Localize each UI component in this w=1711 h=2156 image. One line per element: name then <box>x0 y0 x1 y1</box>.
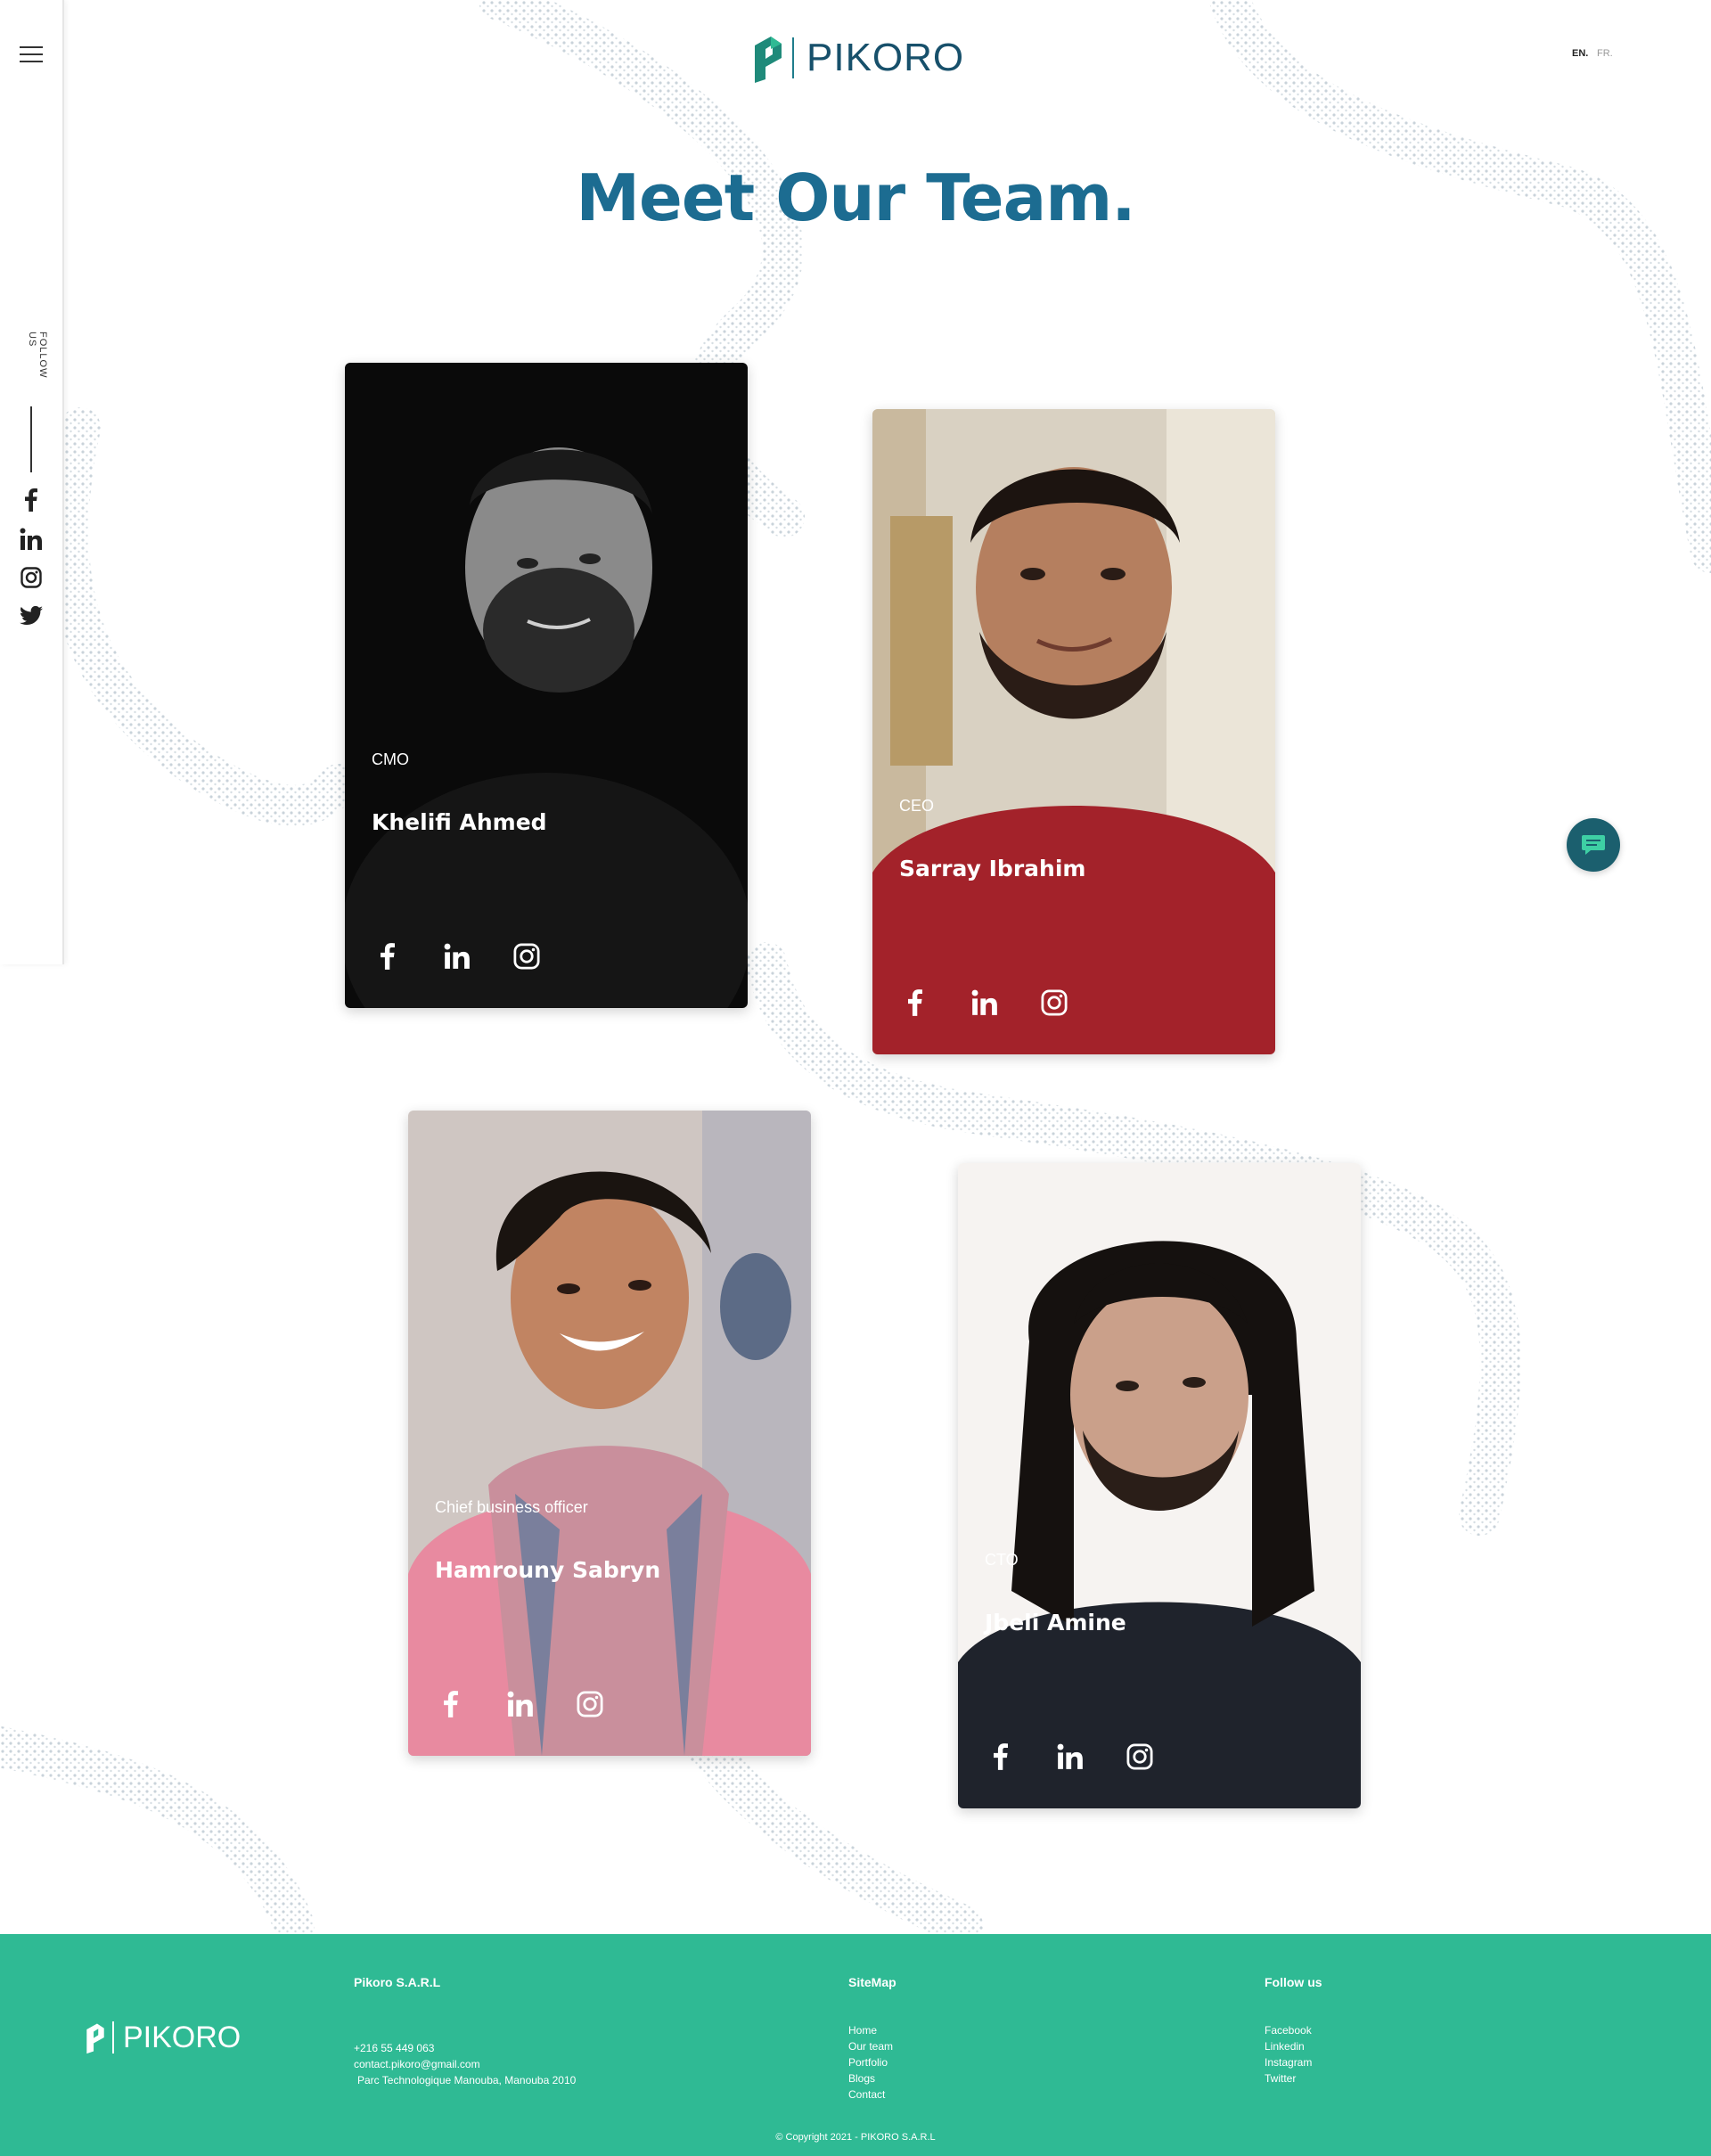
company-address: Parc Technologique Manouba, Manouba 2010 <box>357 2074 577 2086</box>
twitter-icon[interactable] <box>18 603 45 629</box>
team-card-jbeli-amine[interactable]: CTO Jbeli Amine <box>958 1163 1361 1808</box>
follow-link-facebook[interactable]: Facebook <box>1265 2022 1312 2038</box>
footer-brand-name: PIKORO <box>123 2020 242 2054</box>
team-member-name: Hamrouny Sabryn <box>435 1557 661 1583</box>
follow-link-twitter[interactable]: Twitter <box>1265 2070 1312 2086</box>
company-email[interactable]: contact.pikoro@gmail.com <box>354 2056 480 2072</box>
hamburger-menu-icon[interactable] <box>20 46 43 62</box>
sitemap-link-blogs[interactable]: Blogs <box>848 2070 893 2086</box>
instagram-icon[interactable] <box>1038 987 1070 1019</box>
follow-divider <box>30 406 32 472</box>
instagram-icon[interactable] <box>1124 1741 1156 1773</box>
linkedin-icon[interactable] <box>969 987 1001 1019</box>
linkedin-icon[interactable] <box>1054 1741 1086 1773</box>
chat-button[interactable] <box>1567 818 1620 872</box>
sitemap-heading: SiteMap <box>848 1975 896 1989</box>
facebook-icon[interactable] <box>899 987 931 1019</box>
background-swirl-pattern <box>0 0 1711 1934</box>
brand-name: PIKORO <box>806 36 965 79</box>
instagram-icon[interactable] <box>574 1688 606 1720</box>
instagram-icon[interactable] <box>18 564 45 591</box>
facebook-icon[interactable] <box>372 940 404 972</box>
follow-list: Facebook Linkedin Instagram Twitter <box>1265 2022 1312 2086</box>
sitemap-link-portfolio[interactable]: Portfolio <box>848 2054 893 2070</box>
follow-us-label: FOLLOW US <box>27 332 48 379</box>
team-member-photo <box>958 1163 1361 1808</box>
follow-heading: Follow us <box>1265 1975 1322 1989</box>
team-member-photo <box>872 409 1275 1054</box>
team-card-khelifi-ahmed[interactable]: CMO Khelifi Ahmed <box>345 363 748 1008</box>
facebook-icon[interactable] <box>435 1688 467 1720</box>
team-member-name: Sarray Ibrahim <box>899 856 1086 881</box>
team-member-name: Jbeli Amine <box>985 1610 1126 1635</box>
company-phone: +216 55 449 063 <box>354 2042 435 2054</box>
brand-logo[interactable]: PIKORO <box>753 32 964 84</box>
team-member-name: Khelifi Ahmed <box>372 809 547 835</box>
sitemap-list: Home Our team Portfolio Blogs Contact <box>848 2022 893 2103</box>
team-member-role: Chief business officer <box>435 1498 588 1516</box>
left-sidebar: FOLLOW US <box>0 0 64 964</box>
copyright: © Copyright 2021 - PIKORO S.A.R.L <box>775 2132 936 2143</box>
linkedin-icon[interactable] <box>441 940 473 972</box>
sitemap-link-our-team[interactable]: Our team <box>848 2038 893 2054</box>
logo-separator <box>792 37 794 78</box>
pikoro-logo-mark <box>755 37 782 83</box>
linkedin-icon[interactable] <box>504 1688 536 1720</box>
follow-link-linkedin[interactable]: Linkedin <box>1265 2038 1312 2054</box>
site-footer: PIKORO Pikoro S.A.R.L +216 55 449 063 co… <box>0 1934 1711 2156</box>
team-member-role: CMO <box>372 750 409 768</box>
instagram-icon[interactable] <box>511 940 543 972</box>
facebook-icon[interactable] <box>985 1741 1017 1773</box>
chat-icon <box>1582 835 1605 855</box>
page-title: Meet Our Team. <box>576 160 1135 235</box>
pikoro-logo-mark <box>86 2023 104 2054</box>
footer-logo[interactable]: PIKORO <box>86 2020 241 2055</box>
language-fr-link[interactable]: FR. <box>1597 48 1613 59</box>
team-card-sarray-ibrahim[interactable]: CEO Sarray Ibrahim <box>872 409 1275 1054</box>
sitemap-link-home[interactable]: Home <box>848 2022 893 2038</box>
linkedin-icon[interactable] <box>18 526 45 553</box>
team-card-hamrouny-sabryn[interactable]: Chief business officer Hamrouny Sabryn <box>408 1111 811 1756</box>
facebook-icon[interactable] <box>18 487 45 513</box>
team-member-role: CTO <box>985 1551 1019 1569</box>
follow-link-instagram[interactable]: Instagram <box>1265 2054 1312 2070</box>
logo-separator <box>112 2021 114 2054</box>
team-member-photo <box>408 1111 811 1756</box>
sitemap-link-contact[interactable]: Contact <box>848 2086 893 2103</box>
company-heading: Pikoro S.A.R.L <box>354 1975 441 1989</box>
language-en-link[interactable]: EN. <box>1572 48 1588 59</box>
team-member-photo <box>345 363 748 1008</box>
team-member-role: CEO <box>899 797 935 815</box>
